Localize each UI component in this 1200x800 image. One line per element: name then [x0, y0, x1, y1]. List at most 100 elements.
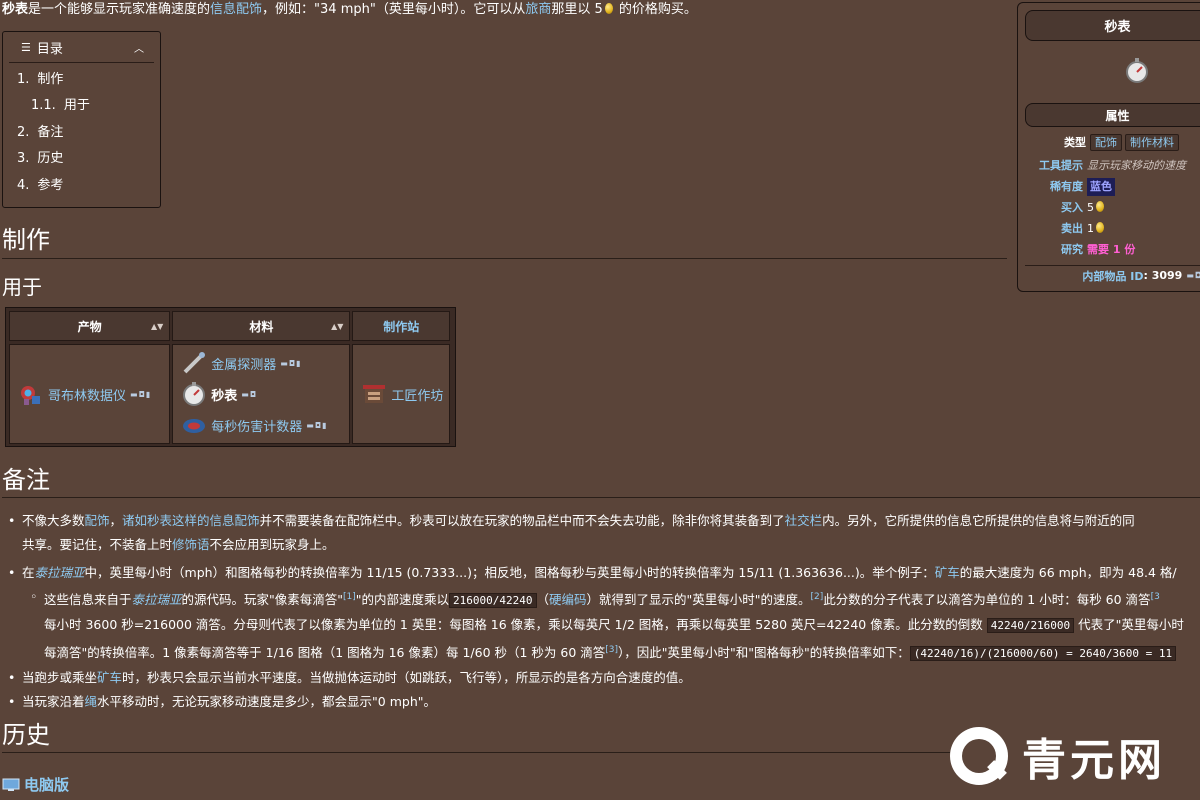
dps-meter-icon [183, 419, 206, 433]
prop-key[interactable]: 稀有度 [1025, 178, 1087, 196]
prop-key: 类型 [1064, 136, 1086, 149]
platform-icons: ▬◘ [241, 389, 258, 399]
sort-icon[interactable]: ▲▼ [151, 322, 163, 331]
link-rope[interactable]: 绳 [85, 694, 98, 709]
note-text: 代表了"英里每小时 [1078, 617, 1184, 633]
toc-num: 2. [17, 124, 30, 140]
note-text: 不会应用到玩家身上。 [209, 537, 335, 552]
item-link-goblin-tech[interactable]: 哥布林数据仪 [48, 385, 126, 404]
column-header-materials[interactable]: 材料 ▲▼ [172, 311, 351, 341]
infobox-row-sell: 卖出 1 [1025, 220, 1200, 238]
citation-link[interactable]: [3] [605, 645, 618, 655]
watermark: 青元网 [950, 724, 1200, 788]
note-text: 共享。要记住，不装备上时 [22, 537, 173, 552]
header-label: 材料 [249, 319, 274, 334]
note-text: 时，秒表只会显示当前水平速度。当做抛体运动时（如跳跃，飞行等），所显示的是各方向… [122, 670, 691, 686]
toc-header[interactable]: ☰ 目录 ︿ [9, 32, 154, 63]
list-item: 哥布林数据仪 ▬◘▮ [18, 379, 169, 410]
list-item-continued: 共享。要记住，不装备上时修饰语不会应用到玩家身上。 [8, 533, 1200, 557]
intro-text-1: 是一个能够显示玩家准确速度的 [28, 2, 211, 17]
citation-link[interactable]: [1] [343, 592, 356, 602]
toc-num: 4. [17, 177, 30, 193]
list-item: 秒表 ▬◘ [181, 379, 349, 410]
table-of-contents: ☰ 目录 ︿ 1. 制作 1.1. 用于 2. 备注 3. 历史 4. 参考 [2, 31, 161, 208]
gold-coin-icon [1096, 201, 1104, 212]
item-link-tinkerers-workshop[interactable]: 工匠作坊 [391, 385, 443, 404]
sort-icon[interactable]: ▲▼ [331, 322, 343, 331]
intro-text: 秒表是一个能够显示玩家准确速度的信息配饰，例如："34 mph"（英里每小时）。… [2, 2, 697, 18]
heading-divider [2, 497, 1200, 498]
list-item: 工匠作坊 [361, 379, 449, 410]
crafting-table: 产物 ▲▼ 材料 ▲▼ 制作站 哥布林数据仪 ▬◘▮ 金属探测器 ▬◘▮ 秒表 … [5, 307, 456, 447]
link-modifiers[interactable]: 修饰语 [172, 537, 210, 552]
item-link-dps-meter[interactable]: 每秒伤害计数器 [211, 416, 302, 435]
prop-key[interactable]: 研究 [1025, 241, 1087, 259]
list-item: 每秒伤害计数器 ▬◘▮ [181, 410, 349, 441]
toc-item-used-in[interactable]: 1.1. 用于 [17, 97, 160, 123]
intro-link-traveling-merchant[interactable]: 旅商 [525, 2, 551, 17]
column-header-result[interactable]: 产物 ▲▼ [9, 311, 171, 341]
pc-version-link[interactable]: 电脑版 [24, 774, 69, 795]
research-value: 需要 1 份 [1087, 243, 1136, 256]
prop-value: 显示玩家移动的速度 [1087, 159, 1186, 172]
link-minecart[interactable]: 矿车 [935, 565, 960, 580]
intro-link-info-accessory[interactable]: 信息配饰 [210, 2, 262, 17]
list-item: 在泰拉瑞亚中，英里每小时（mph）和图格每秒的转换倍率为 11/15 (0.73… [8, 561, 1200, 585]
link-terraria[interactable]: 泰拉瑞亚 [35, 565, 85, 580]
internal-id-key[interactable]: 内部物品 ID [1082, 268, 1143, 284]
link-hardcoded[interactable]: 硬编码 [549, 592, 587, 607]
history-pc-version[interactable]: 电脑版 [2, 774, 69, 795]
list-item: 金属探测器 ▬◘▮ [181, 348, 349, 379]
toc-item-notes[interactable]: 2. 备注 [17, 124, 160, 150]
toc-label: 参考 [37, 177, 64, 193]
heading-divider [2, 752, 950, 753]
note-text: 不像大多数 [22, 513, 85, 528]
tag-crafting-material[interactable]: 制作材料 [1125, 134, 1179, 151]
toc-item-crafting[interactable]: 1. 制作 [17, 71, 160, 97]
heading-divider [2, 258, 1007, 259]
internal-id-value: 3099 [1151, 269, 1183, 282]
note-text: 每小时 3600 秒=216000 滴答。分母则代表了以像素为单位的 1 英里：… [44, 617, 983, 633]
prop-key[interactable]: 卖出 [1025, 220, 1087, 238]
stopwatch-icon [1126, 58, 1148, 83]
section-heading-used-in: 用于 [2, 275, 42, 299]
toc-item-references[interactable]: 4. 参考 [17, 177, 160, 203]
intro-text-3: 那里以 5 [551, 2, 603, 17]
note-text: 在 [22, 565, 35, 580]
chevron-up-icon[interactable]: ︿ [134, 40, 144, 55]
column-header-station[interactable]: 制作站 [352, 311, 451, 341]
rarity-badge: 蓝色 [1087, 178, 1115, 196]
intro-bold: 秒表 [2, 2, 29, 17]
note-text: 每滴答"的转换倍率。1 像素每滴答等于 1/16 图格（1 图格为 16 像素）… [44, 645, 606, 661]
list-item: 这些信息来自于泰拉瑞亚的源代码。玩家"像素每滴答"[1]"的内部速度乘以2160… [8, 585, 1200, 613]
code-snippet: 42240/216000 [986, 618, 1075, 634]
citation-link[interactable]: [2] [811, 592, 824, 602]
link-accessories[interactable]: 配饰 [85, 513, 110, 528]
note-text: 当跑步或乘坐 [22, 670, 98, 686]
item-link-metal-detector[interactable]: 金属探测器 [211, 354, 276, 373]
link-info-accessories[interactable]: 诸如秒表这样的信息配饰 [122, 513, 260, 528]
link-terraria[interactable]: 泰拉瑞亚 [132, 592, 182, 607]
note-text: 这些信息来自于 [44, 592, 132, 608]
infobox-subtitle: 属性 [1025, 103, 1200, 127]
list-item: 当跑步或乘坐矿车时，秒表只会显示当前水平速度。当做抛体运动时（如跳跃，飞行等），… [8, 666, 1200, 690]
note-text: 的源代码。玩家"像素每滴答" [181, 592, 344, 608]
list-item: 当玩家沿着绳水平移动时，无论玩家移动速度是多少，都会显示"0 mph"。 [8, 690, 1200, 714]
prop-key[interactable]: 买入 [1025, 199, 1087, 217]
section-heading-history: 历史 [2, 721, 50, 749]
link-minecart[interactable]: 矿车 [97, 670, 122, 685]
citation-link[interactable]: [3 [1151, 592, 1160, 602]
platform-icons: ▬◘▮ [130, 389, 152, 399]
note-text: 中，英里每小时（mph）和图格每秒的转换倍率为 11/15 (0.7333...… [84, 565, 935, 580]
infobox-row-rarity: 稀有度 蓝色 [1025, 178, 1200, 196]
tag-accessory[interactable]: 配饰 [1090, 134, 1122, 151]
prop-key[interactable]: 工具提示 [1025, 157, 1087, 175]
list-item: 不像大多数配饰，诸如秒表这样的信息配饰并不需要装备在配饰栏中。秒表可以放在玩家的… [8, 509, 1200, 533]
toc-item-history[interactable]: 3. 历史 [17, 150, 160, 176]
toc-label: 备注 [37, 124, 64, 140]
link-social-slot[interactable]: 社交栏 [785, 513, 823, 528]
note-text: 内。另外，它所提供的信息它所提供的信息将与附近的同 [822, 513, 1135, 528]
item-label-stopwatch: 秒表 [211, 388, 238, 404]
stopwatch-icon [183, 382, 206, 406]
toc-label: 历史 [37, 151, 64, 167]
